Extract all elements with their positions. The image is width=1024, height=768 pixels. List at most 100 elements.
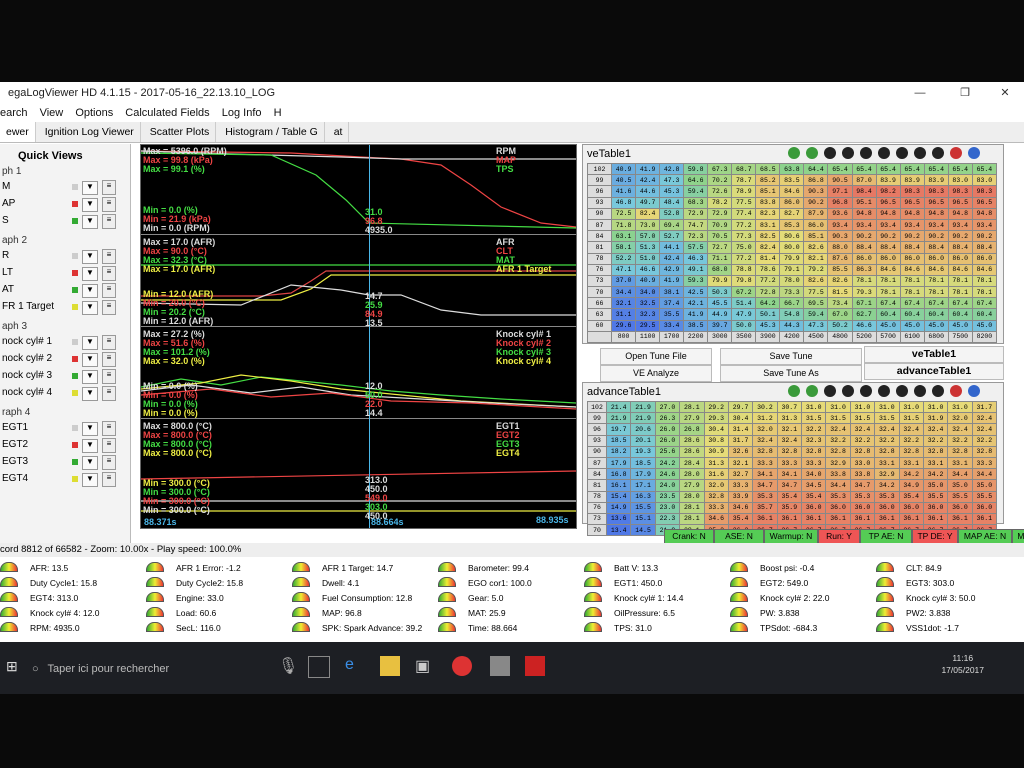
time-cursor-line[interactable] xyxy=(369,145,370,528)
menu-search[interactable]: earch xyxy=(0,107,28,119)
table-cell[interactable]: 36.1 xyxy=(922,512,949,526)
table-cell[interactable]: 96.5 xyxy=(971,196,998,209)
table-cell[interactable]: 20.6 xyxy=(630,423,656,436)
table-cell[interactable]: 32.8 xyxy=(947,445,973,458)
menu-icon[interactable]: ≡ xyxy=(102,369,116,384)
table-cell[interactable]: 32.3 xyxy=(800,434,827,447)
table-cell[interactable]: 35.0 xyxy=(922,479,949,492)
chevron-down-icon[interactable]: ▼ xyxy=(82,198,98,212)
chrome-icon[interactable] xyxy=(452,656,472,676)
table-cell[interactable]: 32.2 xyxy=(922,434,949,447)
table-cell[interactable]: 93.4 xyxy=(923,218,949,232)
table-cell[interactable]: 42.1 xyxy=(683,297,709,310)
table-cell[interactable]: 86.8 xyxy=(803,174,829,187)
table-cell[interactable]: 93.4 xyxy=(827,218,853,232)
table-cell[interactable]: 90.2 xyxy=(851,230,877,243)
table-cell[interactable]: 24.0 xyxy=(654,479,681,492)
gauge[interactable]: EGT2: 549.0 xyxy=(730,575,875,591)
chevron-down-icon[interactable]: ▼ xyxy=(82,353,98,367)
table-cell[interactable]: 82.4 xyxy=(755,241,781,254)
table-cell[interactable]: 78.6 xyxy=(755,263,781,276)
gauge[interactable]: Duty Cycle2: 15.8 xyxy=(146,575,291,591)
table-cell[interactable]: 90.2 xyxy=(923,230,949,243)
table-cell[interactable]: 13.4 xyxy=(605,524,632,537)
table-cell[interactable]: 28.0 xyxy=(679,468,705,481)
table-cell[interactable]: 31.9 xyxy=(922,412,949,425)
table-cell[interactable]: 34.4 xyxy=(611,286,637,299)
table-cell[interactable]: 73.4 xyxy=(827,297,853,310)
tab-advance-table[interactable]: advanceTable1 xyxy=(864,363,1004,380)
table-cell[interactable]: 90.2 xyxy=(971,230,998,243)
table-cell[interactable]: 98.4 xyxy=(851,185,877,198)
quick-view-item[interactable]: AT ▼ ≡ xyxy=(0,283,128,298)
chevron-down-icon[interactable]: ▼ xyxy=(82,181,98,195)
table-cell[interactable]: 35.5 xyxy=(947,490,973,503)
table-cell[interactable]: 45.0 xyxy=(875,319,901,332)
table-cell[interactable]: 78.1 xyxy=(899,274,925,288)
table-cell[interactable]: 84.6 xyxy=(947,263,973,276)
table-cell[interactable]: 33.9 xyxy=(727,490,754,503)
table-cell[interactable]: 29.3 xyxy=(703,412,729,425)
table-cell[interactable]: 59.4 xyxy=(803,308,829,321)
table-cell[interactable]: 72.3 xyxy=(683,230,709,243)
chevron-down-icon[interactable]: ▼ xyxy=(82,336,98,350)
table-cell[interactable]: 35.5 xyxy=(971,490,998,503)
table-cell[interactable]: 32.4 xyxy=(971,412,998,425)
table-cell[interactable]: 78.1 xyxy=(899,286,925,299)
table-cell[interactable]: 34.7 xyxy=(752,479,778,492)
table-cell[interactable]: 31.0 xyxy=(922,400,949,414)
gauge[interactable]: Duty Cycle1: 15.8 xyxy=(0,575,145,591)
table-cell[interactable]: 84.6 xyxy=(875,263,901,276)
table-cell[interactable]: 82.3 xyxy=(755,207,781,220)
table-cell[interactable]: 85.2 xyxy=(755,174,781,187)
table-cell[interactable]: 36.0 xyxy=(947,501,973,514)
table-cell[interactable]: 72.5 xyxy=(611,207,637,220)
gauge[interactable]: Batt V: 13.3 xyxy=(584,560,729,576)
table-cell[interactable]: 77.2 xyxy=(731,252,757,265)
table-cell[interactable]: 45.5 xyxy=(707,297,733,310)
table-cell[interactable]: 86.0 xyxy=(947,252,973,265)
table-cell[interactable]: 96.5 xyxy=(899,196,925,209)
table-cell[interactable]: 65.4 xyxy=(947,162,973,176)
table-cell[interactable]: 79.3 xyxy=(851,286,877,299)
table-cell[interactable]: 90.5 xyxy=(827,174,853,187)
gauge[interactable]: Barometer: 99.4 xyxy=(438,560,583,576)
table-cell[interactable]: 49.7 xyxy=(635,196,661,209)
menu-icon[interactable]: ≡ xyxy=(102,352,116,367)
table-cell[interactable]: 32.8 xyxy=(825,445,851,458)
table-cell[interactable]: 78.1 xyxy=(851,274,877,288)
table-cell[interactable]: 32.8 xyxy=(776,445,803,458)
table-cell[interactable]: 31.0 xyxy=(947,400,973,414)
table-cell[interactable]: 35.0 xyxy=(971,479,998,492)
quick-view-item[interactable]: EGT1 ▼ ≡ xyxy=(0,421,128,436)
table-cell[interactable]: 82.5 xyxy=(755,230,781,243)
table-cell[interactable]: 32.4 xyxy=(898,423,924,436)
table-cell[interactable]: 34.4 xyxy=(971,468,998,481)
table-cell[interactable]: 30.8 xyxy=(703,434,729,447)
quick-view-item[interactable]: S ▼ ≡ xyxy=(0,214,128,229)
table-cell[interactable]: 77.5 xyxy=(731,196,757,209)
gauge[interactable]: VSS1dot: -1.7 xyxy=(876,620,1021,636)
table-cell[interactable]: 19.7 xyxy=(605,423,632,436)
gauge[interactable]: Boost psi: -0.4 xyxy=(730,560,875,576)
table-cell[interactable]: 16.1 xyxy=(605,479,632,492)
table-cell[interactable]: 30.4 xyxy=(703,423,729,436)
quick-view-item[interactable]: R ▼ ≡ xyxy=(0,249,128,264)
table-cell[interactable]: 78.9 xyxy=(731,185,757,198)
menu-icon[interactable]: ≡ xyxy=(102,421,116,436)
table-cell[interactable]: 17.1 xyxy=(630,479,656,492)
minus-icon[interactable] xyxy=(878,147,890,159)
table-cell[interactable]: 34.6 xyxy=(727,501,754,514)
quick-view-item[interactable]: LT ▼ ≡ xyxy=(0,266,128,281)
table-cell[interactable]: 26.0 xyxy=(654,434,681,447)
menu-icon[interactable]: ≡ xyxy=(102,386,116,401)
table-cell[interactable]: 44.9 xyxy=(707,308,733,321)
table-cell[interactable]: 71.8 xyxy=(611,218,637,232)
table-cell[interactable]: 37.0 xyxy=(611,274,637,288)
table-cell[interactable]: 78.1 xyxy=(947,286,973,299)
table-cell[interactable]: 27.0 xyxy=(654,400,681,414)
table-cell[interactable]: 69.5 xyxy=(803,297,829,310)
table-cell[interactable]: 32.2 xyxy=(898,434,924,447)
table-cell[interactable]: 32.5 xyxy=(635,297,661,310)
table-cell[interactable]: 33.1 xyxy=(947,456,973,470)
